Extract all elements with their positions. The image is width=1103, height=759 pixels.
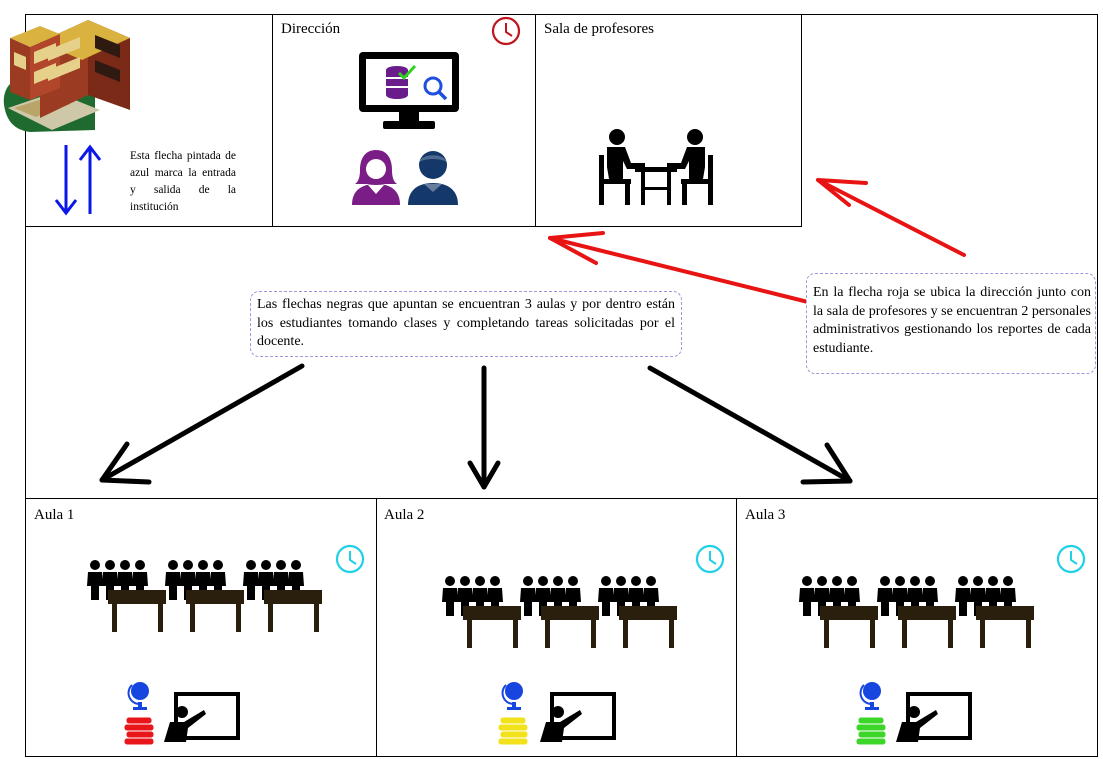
red-arrow-note: En la flecha roja se ubica la dirección …: [806, 273, 1096, 374]
diagram-canvas: { "colors": { "red_arrow": "#e81414", "b…: [0, 0, 1103, 759]
aula-2-title: Aula 2: [384, 507, 425, 523]
black-arrow-aula-2: [467, 365, 501, 490]
books-icon: [123, 716, 155, 746]
teacher-board-icon: [896, 692, 972, 742]
clock-icon: [335, 544, 365, 574]
books-icon: [855, 716, 887, 746]
students-desks-icon: [87, 560, 322, 632]
books-icon: [497, 716, 529, 746]
black-arrow-aula-3: [647, 365, 853, 485]
students-desks-icon: [442, 576, 677, 648]
globe-icon: [127, 682, 149, 710]
globe-icon: [501, 682, 523, 710]
clock-icon: [1056, 544, 1086, 574]
black-arrow-aula-1: [99, 363, 305, 485]
black-arrows-note: Las flechas negras que apuntan se encuen…: [250, 291, 682, 357]
aula-1-title: Aula 1: [34, 507, 75, 523]
teacher-board-icon: [540, 692, 616, 742]
clock-icon: [695, 544, 725, 574]
aula-3-title: Aula 3: [745, 507, 786, 523]
red-arrow-sala: [816, 178, 966, 257]
students-desks-icon: [799, 576, 1034, 648]
globe-icon: [859, 682, 881, 710]
teacher-board-icon: [164, 692, 240, 742]
